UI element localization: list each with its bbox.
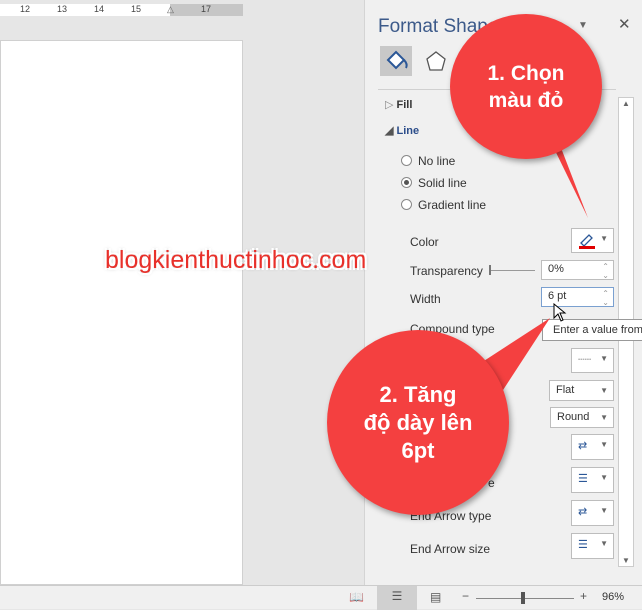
callout-1: 1. Chọn màu đỏ <box>450 14 602 159</box>
watermark: blogkienthuctinhoc.com <box>105 246 367 274</box>
callout-2: 2. Tăng độ dày lên 6pt <box>327 330 509 515</box>
